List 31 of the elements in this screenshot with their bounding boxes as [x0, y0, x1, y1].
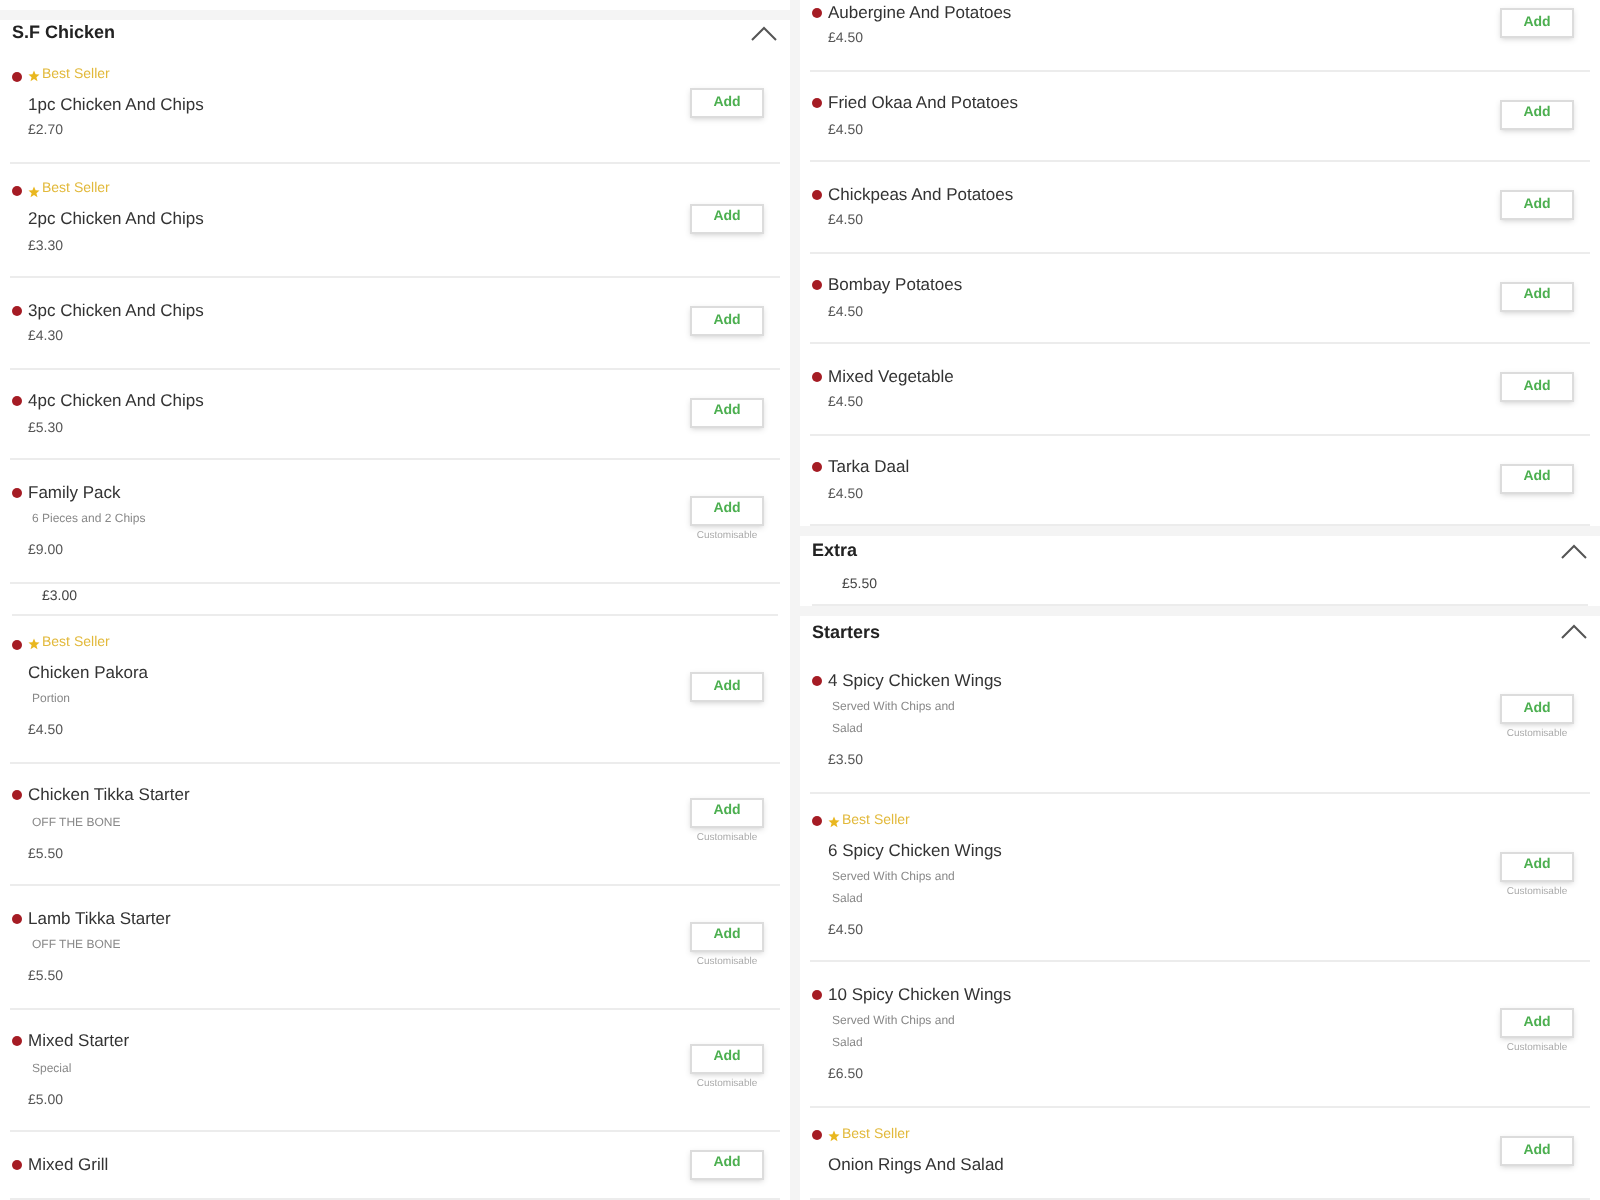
item-name: 4pc Chicken And Chips: [28, 388, 204, 415]
item-name: Aubergine And Potatoes: [828, 0, 1012, 25]
item-name: Bombay Potatoes: [828, 272, 963, 298]
item-name: 4 Spicy Chicken Wings: [828, 668, 1002, 694]
section-title: Extra: [812, 538, 858, 565]
item-name: 10 Spicy Chicken Wings: [828, 982, 1012, 1008]
chevron-up-icon[interactable]: [1560, 544, 1588, 561]
item-name: Mixed Vegetable: [828, 363, 954, 389]
item-name: 2pc Chicken And Chips: [28, 206, 204, 233]
item-name: Lamb Tikka Starter: [28, 905, 171, 931]
item-name: 6 Spicy Chicken Wings: [828, 837, 1002, 863]
chevron-up-icon[interactable]: [1560, 624, 1588, 641]
item-name: Fried Okaa And Potatoes: [828, 90, 1018, 116]
item-name: Chickpeas And Potatoes: [828, 181, 1014, 207]
item-name: Tarka Daal: [828, 454, 910, 480]
star-icon: [28, 638, 40, 650]
star-icon: [828, 1129, 840, 1142]
star-icon: [28, 185, 40, 198]
item-name: 1pc Chicken And Chips: [28, 91, 204, 118]
item-name: Mixed Grill: [28, 1151, 109, 1177]
star-icon: [28, 70, 40, 83]
item-name: Onion Rings And Salad: [828, 1151, 1004, 1177]
item-name: 3pc Chicken And Chips: [28, 297, 204, 324]
section-title: Starters: [812, 619, 881, 646]
section-title: S.F Chicken: [12, 20, 116, 47]
item-name: Mixed Starter: [28, 1028, 130, 1054]
star-icon: [828, 815, 840, 828]
chevron-up-icon[interactable]: [750, 26, 778, 43]
item-name: Chicken Tikka Starter: [28, 782, 190, 808]
item-name: Family Pack: [28, 479, 121, 506]
item-name: Chicken Pakora: [28, 659, 149, 685]
